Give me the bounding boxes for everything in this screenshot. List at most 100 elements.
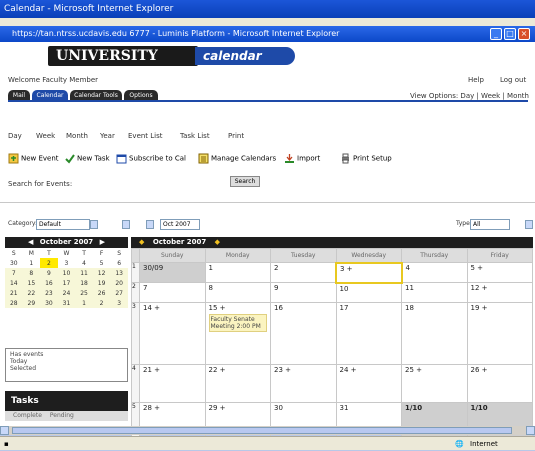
view-event-list-link[interactable]: Event List (128, 132, 163, 140)
view-week-link[interactable]: Week (36, 132, 55, 140)
view-print-link[interactable]: Print (228, 132, 244, 140)
day-cell[interactable]: 1 (204, 262, 271, 283)
mini-day[interactable]: 31 (57, 298, 76, 308)
mini-day[interactable]: 5 (93, 258, 111, 268)
mini-prev-icon[interactable]: ◀ (28, 238, 33, 246)
day-cell[interactable]: 8 (204, 282, 271, 303)
date-select[interactable]: Oct 2007 (160, 219, 200, 230)
mini-day[interactable]: 27 (110, 288, 128, 298)
category-select[interactable]: Default (36, 219, 90, 230)
help-link[interactable]: Help (468, 76, 484, 84)
event-item[interactable]: Faculty Senate Meeting 2:00 PM (208, 314, 267, 332)
mini-day[interactable]: 28 (5, 298, 23, 308)
scroll-right-arrow[interactable] (526, 426, 535, 435)
day-cell[interactable]: 18 (401, 302, 468, 365)
day-cell-today[interactable]: 3 + (335, 261, 403, 284)
mini-day[interactable]: 16 (40, 278, 58, 288)
day-cell[interactable]: 7 (139, 282, 206, 303)
mini-day-today[interactable]: 2 (40, 258, 58, 268)
mini-day[interactable]: 2 (92, 298, 111, 308)
day-cell[interactable]: 16 (270, 302, 337, 365)
mini-day[interactable]: 23 (40, 288, 58, 298)
day-cell[interactable]: 22 + (204, 364, 271, 403)
mini-day[interactable]: 14 (5, 278, 23, 288)
day-cell[interactable]: 26 + (466, 364, 533, 403)
tasks-tab-pending[interactable]: Pending (50, 412, 74, 419)
import-action[interactable]: Import (284, 153, 320, 164)
day-cell[interactable]: 11 (401, 282, 468, 303)
mini-day[interactable]: 7 (5, 268, 23, 278)
month-next-icon[interactable]: ◆ (215, 238, 220, 246)
day-cell[interactable]: 21 + (139, 364, 206, 403)
search-button[interactable]: Search (230, 176, 260, 187)
new-event-action[interactable]: New Event (8, 153, 59, 164)
category-dropdown-arrow[interactable] (90, 220, 98, 229)
week-number[interactable]: 3 (131, 302, 140, 365)
mini-day[interactable]: 12 (92, 268, 111, 278)
day-cell[interactable]: 9 (270, 282, 337, 303)
mini-day[interactable]: 17 (57, 278, 76, 288)
mini-day[interactable]: 1 (23, 258, 41, 268)
prev-month-button[interactable] (122, 220, 130, 229)
day-cell[interactable]: 10 (335, 282, 402, 303)
print-setup-action[interactable]: Print Setup (340, 153, 392, 164)
day-cell[interactable]: 4 (401, 262, 468, 283)
mini-day[interactable]: 11 (75, 268, 93, 278)
day-cell[interactable]: 2 (270, 262, 337, 283)
mini-day[interactable]: 9 (40, 268, 58, 278)
day-cell[interactable]: 23 + (270, 364, 337, 403)
week-number[interactable]: 2 (131, 282, 140, 303)
new-task-action[interactable]: New Task (64, 153, 110, 164)
scroll-left-arrow[interactable] (0, 426, 9, 435)
mini-next-icon[interactable]: ▶ (100, 238, 105, 246)
type-dropdown-arrow[interactable] (525, 220, 533, 229)
subscribe-action[interactable]: Subscribe to Cal (116, 153, 186, 164)
logout-link[interactable]: Log out (500, 76, 526, 84)
mini-day[interactable]: 3 (58, 258, 76, 268)
mini-day[interactable]: 22 (22, 288, 41, 298)
mini-day[interactable]: 20 (110, 278, 128, 288)
mini-day[interactable]: 6 (110, 258, 128, 268)
mini-day[interactable]: 8 (22, 268, 41, 278)
day-cell[interactable]: 12 + (466, 282, 533, 303)
day-cell[interactable]: 24 + (335, 364, 402, 403)
view-task-list-link[interactable]: Task List (180, 132, 210, 140)
type-select[interactable]: All (470, 219, 510, 230)
minimize-button[interactable]: _ (490, 28, 502, 40)
close-button[interactable]: × (518, 28, 530, 40)
view-month-link[interactable]: Month (66, 132, 88, 140)
month-prev-icon[interactable]: ◆ (139, 238, 144, 246)
week-number[interactable]: 1 (131, 262, 140, 283)
mini-day[interactable]: 25 (75, 288, 93, 298)
prev-year-button[interactable] (146, 220, 154, 229)
week-number[interactable]: 4 (131, 364, 140, 403)
mini-day[interactable]: 18 (75, 278, 93, 288)
mini-day[interactable]: 30 (5, 258, 23, 268)
mini-day[interactable]: 21 (5, 288, 23, 298)
mini-day[interactable]: 19 (92, 278, 111, 288)
mini-day[interactable]: 10 (57, 268, 76, 278)
day-cell[interactable]: 14 + (139, 302, 206, 365)
tasks-tab-complete[interactable]: Complete (13, 412, 42, 419)
mini-day[interactable]: 26 (92, 288, 111, 298)
scroll-thumb[interactable] (12, 427, 512, 434)
day-cell-with-event[interactable]: 15 + Faculty Senate Meeting 2:00 PM (204, 302, 271, 365)
day-cell[interactable]: 30/09 (139, 262, 206, 283)
mini-day[interactable]: 15 (22, 278, 41, 288)
mini-day[interactable]: 4 (75, 258, 93, 268)
mini-day[interactable]: 1 (75, 298, 93, 308)
mini-day[interactable]: 13 (110, 268, 128, 278)
mini-day[interactable]: 24 (57, 288, 76, 298)
day-cell[interactable]: 5 + (466, 262, 533, 283)
horizontal-scrollbar[interactable] (0, 426, 535, 435)
mini-day[interactable]: 29 (22, 298, 41, 308)
mini-day[interactable]: 30 (40, 298, 58, 308)
maximize-button[interactable]: □ (504, 28, 516, 40)
day-cell[interactable]: 17 (335, 302, 402, 365)
mini-day[interactable]: 3 (110, 298, 128, 308)
day-cell[interactable]: 25 + (401, 364, 468, 403)
manage-calendars-action[interactable]: Manage Calendars (198, 153, 276, 164)
view-day-link[interactable]: Day (8, 132, 22, 140)
view-year-link[interactable]: Year (100, 132, 115, 140)
day-cell[interactable]: 19 + (466, 302, 533, 365)
